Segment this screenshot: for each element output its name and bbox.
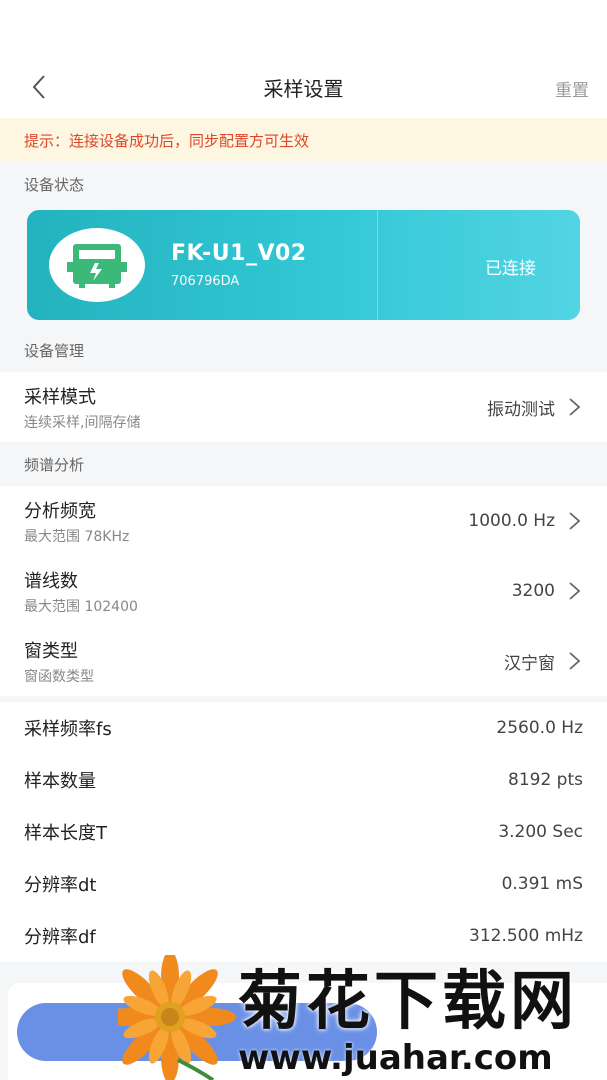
section-device-status: 设备状态 [24, 175, 85, 194]
row-label: 窗类型 [24, 640, 78, 662]
param-value: 312.500 mHz [469, 926, 583, 946]
row-value: 振动测试 [487, 399, 555, 420]
row-label: 采样模式 [24, 386, 96, 408]
row-sublabel: 连续采样,间隔存储 [24, 414, 141, 431]
param-value: 2560.0 Hz [496, 718, 583, 738]
watermark-brand: 菊花下载网 [238, 965, 578, 1039]
connection-status: 已连接 [485, 259, 536, 279]
section-device-manage: 设备管理 [24, 341, 85, 360]
reset-button[interactable]: 重置 [555, 76, 589, 101]
row-value: 汉宁窗 [504, 653, 555, 674]
row-spectral-lines[interactable]: 谱线数 最大范围 102400 3200 [0, 556, 607, 626]
chevron-right-icon [569, 582, 581, 600]
chevron-right-icon [569, 652, 581, 670]
param-label: 分辨率df [24, 927, 96, 948]
row-analysis-bandwidth[interactable]: 分析频宽 最大范围 78KHz 1000.0 Hz [0, 486, 607, 556]
param-label: 样本数量 [24, 771, 96, 792]
row-window-type[interactable]: 窗类型 窗函数类型 汉宁窗 [0, 626, 607, 696]
param-label: 样本长度T [24, 823, 107, 844]
row-label: 分析频宽 [24, 500, 96, 522]
row-value: 3200 [511, 581, 555, 601]
section-spectrum: 频谱分析 [24, 455, 85, 474]
row-label: 谱线数 [24, 570, 78, 592]
param-label: 采样频率fs [24, 719, 112, 740]
param-row: 分辨率dt 0.391 mS [0, 858, 607, 910]
meter-icon [67, 244, 127, 288]
device-serial: 706796DA [171, 274, 240, 289]
chevron-right-icon [569, 512, 581, 530]
device-card[interactable]: FK-U1_V02 706796DA 已连接 [27, 210, 580, 320]
param-row: 样本长度T 3.200 Sec [0, 806, 607, 858]
chevron-left-icon [32, 75, 45, 99]
page-title: 采样设置 [263, 76, 344, 101]
row-value: 1000.0 Hz [468, 511, 555, 531]
watermark-url: www.juahar.com [238, 1038, 553, 1078]
device-name: FK-U1_V02 [171, 241, 307, 266]
chevron-right-icon [569, 398, 581, 416]
device-logo [49, 228, 145, 302]
row-sampling-mode[interactable]: 采样模式 连续采样,间隔存储 振动测试 [0, 372, 607, 442]
status-bar [0, 0, 607, 56]
param-value: 8192 pts [508, 770, 583, 790]
card-divider [377, 210, 378, 320]
row-sublabel: 窗函数类型 [24, 668, 94, 685]
row-sublabel: 最大范围 78KHz [24, 528, 130, 545]
param-value: 3.200 Sec [498, 822, 583, 842]
back-button[interactable] [24, 72, 54, 102]
param-row: 采样频率fs 2560.0 Hz [0, 702, 607, 754]
row-sublabel: 最大范围 102400 [24, 598, 138, 615]
param-value: 0.391 mS [501, 874, 583, 894]
nav-bar: 采样设置 重置 [0, 56, 607, 118]
tip-banner: 提示：连接设备成功后，同步配置方可生效 [0, 118, 607, 162]
param-label: 分辨率dt [24, 875, 97, 896]
param-row: 样本数量 8192 pts [0, 754, 607, 806]
